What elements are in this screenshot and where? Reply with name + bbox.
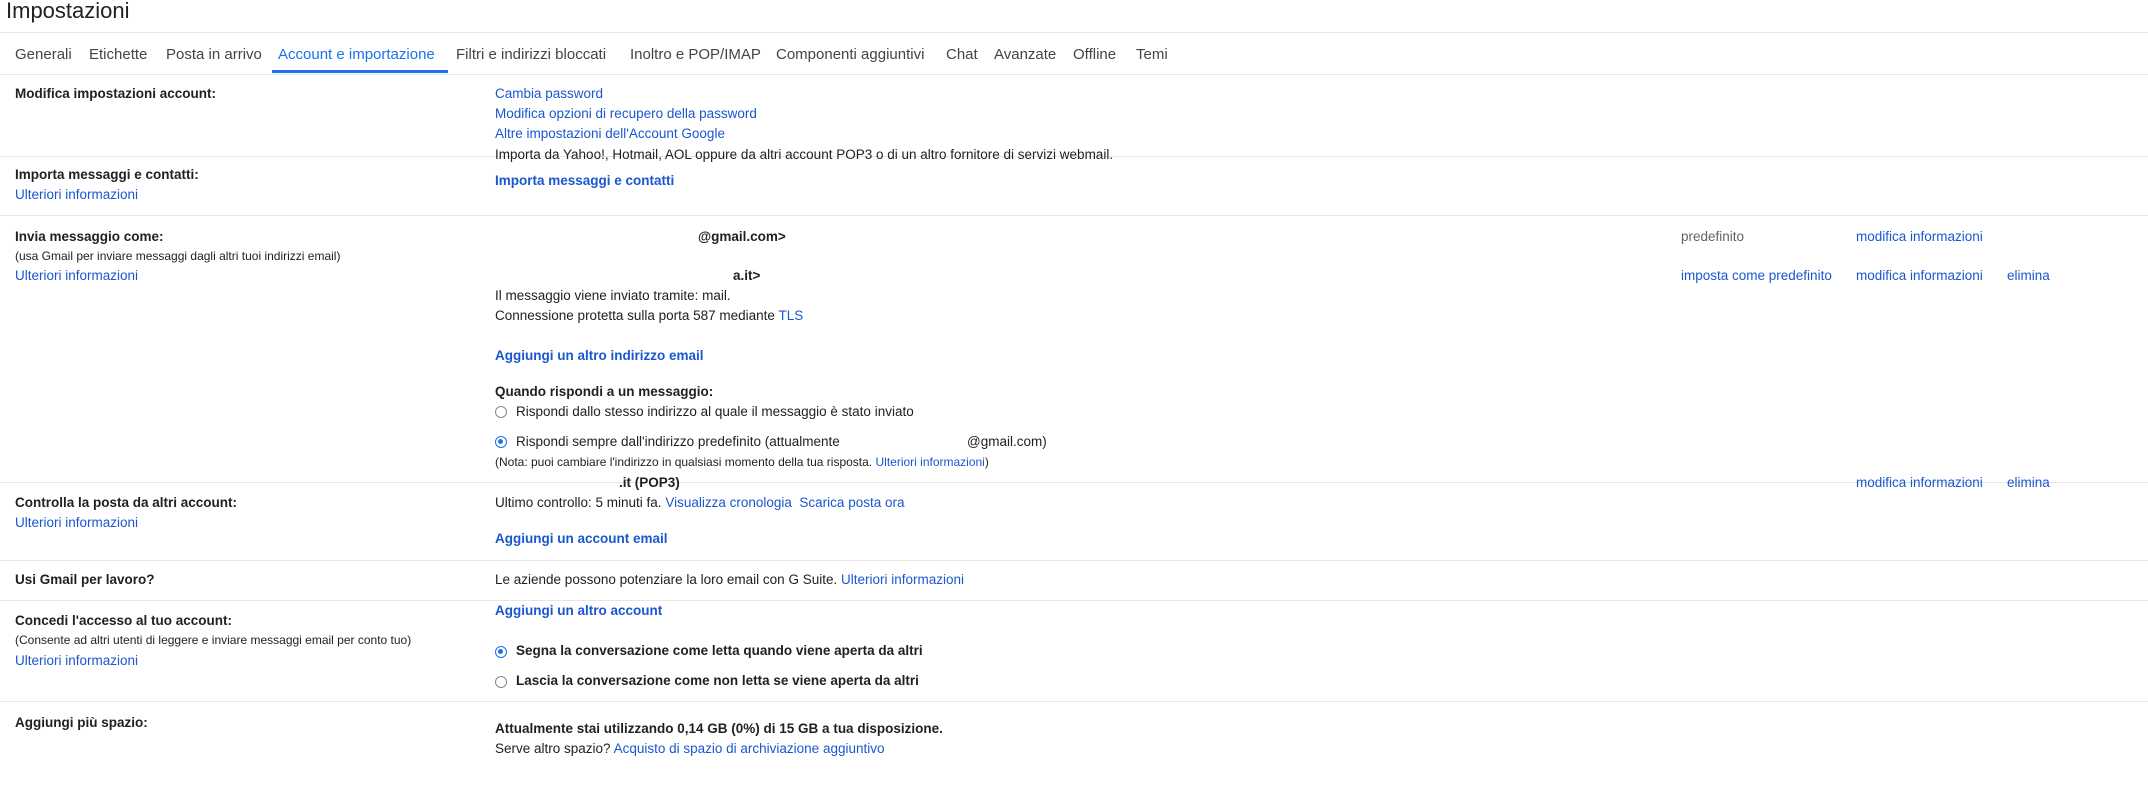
set-default-link[interactable]: imposta come predefinito [1681,268,1832,283]
edit-info-link-2[interactable]: modifica informazioni [1856,268,1983,283]
reply-same-address-radio[interactable] [495,406,507,418]
delete-link-1[interactable]: elimina [2007,268,2050,283]
reply-note-more-info-link[interactable]: Ulteriori informazioni [875,455,984,469]
tab-avanzate[interactable]: Avanzate [994,46,1056,63]
work-description: Le aziende possono potenziare la loro em… [495,572,838,587]
tab-etichette[interactable]: Etichette [89,46,147,63]
delete-link-2[interactable]: elimina [2007,475,2050,490]
tls-link[interactable]: TLS [778,308,803,323]
view-history-link[interactable]: Visualizza cronologia [665,495,792,510]
fetch-mail-now-link[interactable]: Scarica posta ora [799,495,904,510]
pop3-account: .it (POP3) [619,475,680,490]
send-as-address-1: @gmail.com> [698,229,786,244]
storage-usage-text: Attualmente stai utilizzando 0,14 GB (0%… [495,721,943,736]
tab-posta-in-arrivo[interactable]: Posta in arrivo [166,46,262,63]
tab-componenti[interactable]: Componenti aggiuntivi [776,46,924,63]
mark-read-label: Segna la conversazione come letta quando… [516,643,923,658]
default-label: predefinito [1681,229,1745,244]
add-email-address-button[interactable]: Aggiungi un altro indirizzo email [495,348,704,363]
grant-access-description: (Consente ad altri utenti di leggere e i… [15,633,412,647]
edit-info-link-3[interactable]: modifica informazioni [1856,475,1983,490]
import-label: Importa messaggi e contatti: [15,167,199,182]
divider [0,560,2148,561]
keep-unread-label: Lascia la conversazione come non letta s… [516,673,919,688]
last-check-line: Ultimo controllo: 5 minuti fa. Visualizz… [495,495,904,510]
google-account-settings-link[interactable]: Altre impostazioni dell'Account Google [495,126,725,141]
check-mail-label: Controlla la posta da altri account: [15,495,238,510]
grant-access-label: Concedi l'accesso al tuo account: [15,613,233,628]
reply-note: (Nota: puoi cambiare l'indirizzo in qual… [495,455,989,469]
tab-filtri[interactable]: Filtri e indirizzi bloccati [456,46,606,63]
change-password-link[interactable]: Cambia password [495,86,603,101]
divider [0,701,2148,702]
check-mail-more-info-link[interactable]: Ulteriori informazioni [15,515,138,530]
work-label: Usi Gmail per lavoro? [15,572,155,587]
keep-unread-radio[interactable] [495,676,507,688]
reply-label: Quando rispondi a un messaggio: [495,384,714,399]
grant-access-more-info-link[interactable]: Ulteriori informazioni [15,653,138,668]
edit-info-link-1[interactable]: modifica informazioni [1856,229,1983,244]
tab-chat[interactable]: Chat [946,46,978,63]
secure-connection-line: Connessione protetta sulla porta 587 med… [495,308,803,323]
sent-via-text: Il messaggio viene inviato tramite: mail… [495,288,731,303]
tab-temi[interactable]: Temi [1136,46,1168,63]
tab-generali[interactable]: Generali [15,46,72,63]
reply-default-address-label-a: Rispondi sempre dall'indirizzo predefini… [516,434,840,449]
secure-connection-text: Connessione protetta sulla porta 587 med… [495,308,775,323]
tab-inoltro[interactable]: Inoltro e POP/IMAP [630,46,761,63]
import-description: Importa da Yahoo!, Hotmail, AOL oppure d… [495,147,1114,162]
send-as-more-info-link[interactable]: Ulteriori informazioni [15,268,138,283]
work-more-info-link[interactable]: Ulteriori informazioni [841,572,964,587]
add-storage-label: Aggiungi più spazio: [15,715,148,730]
divider [0,482,2148,483]
mark-read-radio[interactable] [495,646,507,658]
buy-storage-link[interactable]: Acquisto di spazio di archiviazione aggi… [614,741,885,756]
send-as-address-2: a.it> [733,268,761,283]
divider [0,600,2148,601]
reply-default-address-label-b: @gmail.com) [967,434,1047,449]
add-email-account-button[interactable]: Aggiungi un account email [495,531,668,546]
reply-note-end: ) [984,455,989,469]
active-tab-indicator [272,70,448,73]
storage-question: Serve altro spazio? [495,741,611,756]
reply-same-address-label: Rispondi dallo stesso indirizzo al quale… [516,404,914,419]
reply-default-address-radio[interactable] [495,436,507,448]
divider [0,32,2148,33]
page-title: Impostazioni [6,0,130,23]
last-check-text: Ultimo controllo: 5 minuti fa. [495,495,662,510]
divider [0,215,2148,216]
tab-offline[interactable]: Offline [1073,46,1116,63]
import-more-info-link[interactable]: Ulteriori informazioni [15,187,138,202]
tab-account-e-importazione[interactable]: Account e importazione [278,46,435,63]
work-line: Le aziende possono potenziare la loro em… [495,572,964,587]
send-as-description: (usa Gmail per inviare messaggi dagli al… [15,249,341,263]
settings-tabs: Generali Etichette Posta in arrivo Accou… [0,36,2148,75]
storage-more-line: Serve altro spazio? Acquisto di spazio d… [495,741,885,756]
reply-note-text: (Nota: puoi cambiare l'indirizzo in qual… [495,455,873,469]
add-another-account-button[interactable]: Aggiungi un altro account [495,603,662,618]
send-as-label: Invia messaggio come: [15,229,164,244]
import-messages-button[interactable]: Importa messaggi e contatti [495,173,674,188]
account-settings-label: Modifica impostazioni account: [15,86,217,101]
recovery-options-link[interactable]: Modifica opzioni di recupero della passw… [495,106,757,121]
